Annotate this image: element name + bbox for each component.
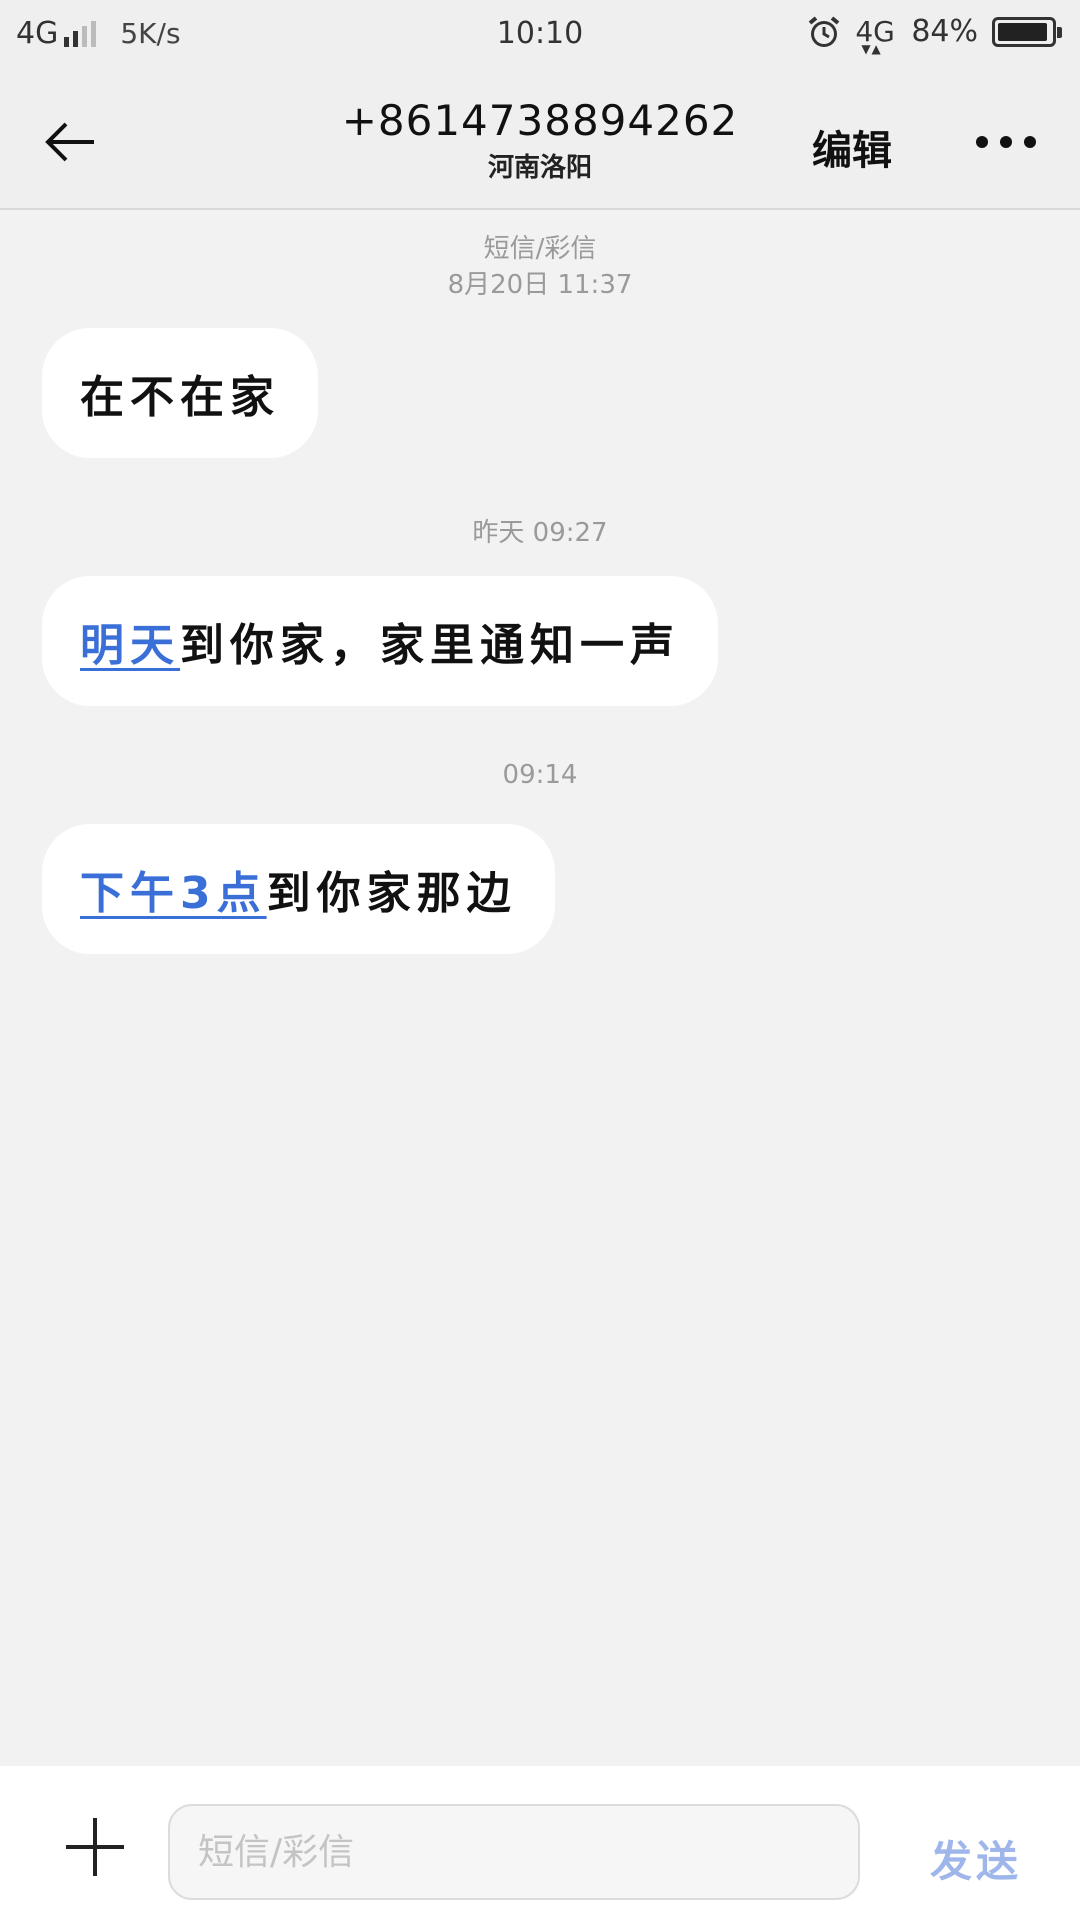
- message-bubble[interactable]: 明天 到你家，家里通知一声: [42, 576, 718, 706]
- add-attachment-button[interactable]: [66, 1818, 124, 1876]
- timestamp: 昨天 09:27: [472, 518, 608, 548]
- timestamp: 09:14: [502, 760, 578, 790]
- battery-icon: [992, 16, 1062, 47]
- message-bubble[interactable]: 下午3点 到你家那边: [42, 824, 555, 954]
- alarm-clock-icon: [807, 15, 841, 49]
- composer-bar: 发送: [0, 1766, 1080, 1920]
- network-type-right: 4G ▼▲: [855, 17, 897, 55]
- battery-percent: 84%: [911, 14, 978, 49]
- message-input[interactable]: [168, 1804, 860, 1900]
- message-text: 在不在家: [80, 372, 280, 423]
- data-activity-icon: ▼▲: [861, 41, 882, 56]
- date-link[interactable]: 明天: [80, 609, 180, 673]
- timestamp: 8月20日 11:37: [447, 270, 633, 300]
- time-link[interactable]: 下午3点: [80, 857, 267, 921]
- more-button[interactable]: [976, 130, 1036, 154]
- contact-info[interactable]: +8614738894262 河南洛阳: [0, 96, 1080, 184]
- edit-button[interactable]: 编辑: [812, 118, 892, 176]
- message-text: 到你家那边: [266, 868, 517, 919]
- send-button[interactable]: 发送: [930, 1828, 1022, 1889]
- contact-location: 河南洛阳: [487, 153, 592, 183]
- message-type-label: 短信/彩信: [483, 234, 597, 264]
- status-bar: 4G 5K/s 10:10 4G ▼▲ 84%: [0, 0, 1080, 72]
- more-dots-icon: [976, 136, 988, 148]
- conversation-header: +8614738894262 河南洛阳 编辑: [0, 72, 1080, 210]
- contact-number: +8614738894262: [341, 96, 739, 145]
- status-right: 4G ▼▲ 84%: [807, 14, 1062, 55]
- message-bubble[interactable]: 在不在家: [42, 328, 318, 458]
- message-text: 到你家，家里通知一声: [180, 620, 680, 671]
